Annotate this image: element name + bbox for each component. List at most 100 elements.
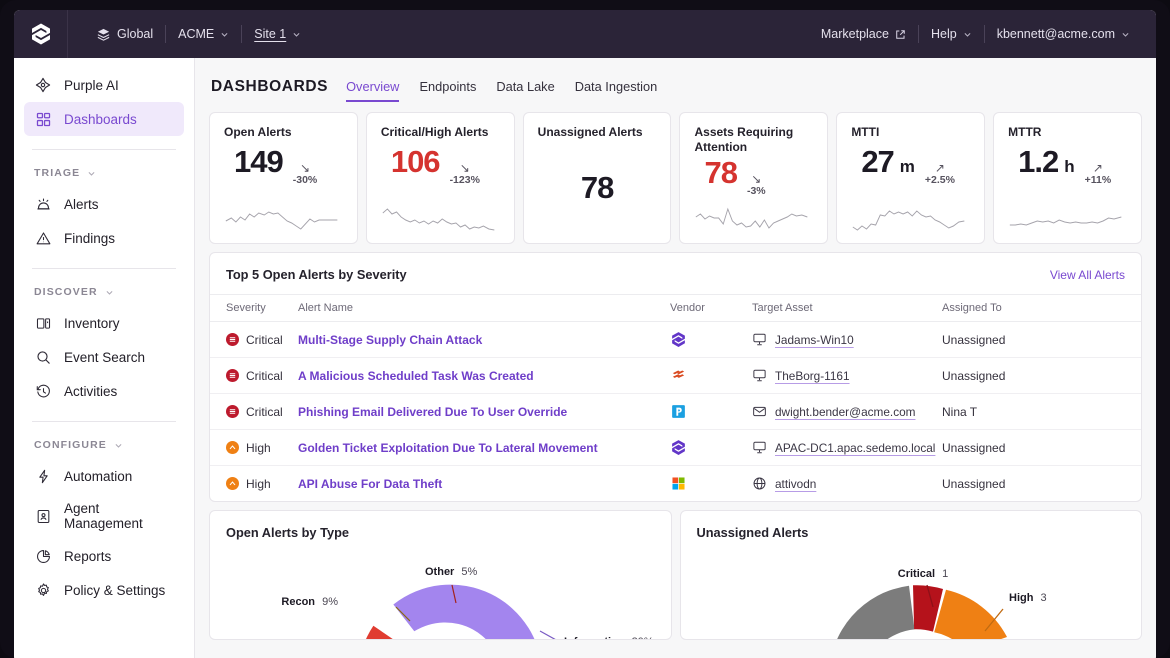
chart-title: Open Alerts by Type [226, 525, 655, 540]
kpi-card-critical-high-alerts[interactable]: Critical/High Alerts 106 ↘ -123% [366, 112, 515, 244]
sidebar-item-alerts[interactable]: Alerts [24, 187, 184, 221]
tab-data-ingestion[interactable]: Data Ingestion [575, 79, 658, 102]
kpi-card-open-alerts[interactable]: Open Alerts 149 ↘ -30% [209, 112, 358, 244]
assigned-to-label: Unassigned [942, 441, 1005, 455]
donut-chart-open-alerts-by-type[interactable]: Recon 9% Other 5% Information 30% [210, 545, 671, 640]
kpi-delta: ↗ +11% [1085, 162, 1112, 186]
sidebar-section-triage[interactable]: TRIAGE [14, 163, 194, 187]
assigned-to-label: Unassigned [942, 477, 1005, 491]
cell-alert-name: Golden Ticket Exploitation Due To Latera… [298, 430, 670, 466]
chart-label-information: Information 30% [564, 636, 654, 640]
scope-stack-icon-item[interactable]: Global [84, 10, 165, 58]
sidebar-item-activities[interactable]: Activities [24, 374, 184, 408]
chart-label-high: High 3 [1009, 592, 1047, 604]
target-asset-link[interactable]: TheBorg-1161 [775, 369, 850, 383]
table-row[interactable]: Critical Multi-Stage Supply Chain Attack [210, 322, 1141, 358]
chart-label-critical: Critical 1 [898, 568, 948, 580]
cell-assigned-to: Unassigned [942, 430, 1141, 466]
label-value: 5% [462, 566, 478, 578]
alert-name-link[interactable]: API Abuse For Data Theft [298, 477, 442, 491]
tab-data-lake[interactable]: Data Lake [496, 79, 554, 102]
kpi-title: Assets Requiring Attention [694, 125, 813, 155]
column-header-target-asset[interactable]: Target Asset [752, 295, 942, 322]
kpi-value: 106 [391, 146, 440, 177]
arrow-up-icon: ↗ [935, 162, 945, 174]
sidebar-item-policy-settings[interactable]: Policy & Settings [24, 573, 184, 607]
cell-severity: High [210, 466, 298, 502]
sidebar-section-configure[interactable]: CONFIGURE [14, 435, 194, 459]
sidebar-item-dashboards[interactable]: Dashboards [24, 102, 184, 136]
alert-name-link[interactable]: Golden Ticket Exploitation Due To Latera… [298, 441, 598, 455]
kpi-card-assets-requiring-attention[interactable]: Assets Requiring Attention 78 ↘ -3% [679, 112, 828, 244]
help-menu[interactable]: Help [919, 10, 984, 58]
arrow-up-icon: ↗ [1093, 162, 1103, 174]
assigned-to-label: Nina T [942, 405, 977, 419]
sidebar-section-discover[interactable]: DISCOVER [14, 282, 194, 306]
kpi-card-unassigned-alerts[interactable]: Unassigned Alerts 78 [523, 112, 672, 244]
sparkline [224, 201, 343, 235]
cell-target-asset: attivodn [752, 466, 942, 502]
column-header-assigned-to[interactable]: Assigned To [942, 295, 1141, 322]
table-row[interactable]: High Golden Ticket Exploitation Due To L… [210, 430, 1141, 466]
kpi-value: 149 [234, 146, 283, 177]
alert-name-link[interactable]: Multi-Stage Supply Chain Attack [298, 333, 482, 347]
sidebar-item-inventory[interactable]: Inventory [24, 306, 184, 340]
sidebar-item-label: Inventory [64, 316, 120, 331]
severity-high-icon [226, 477, 239, 490]
sidebar-navigation: Purple AI Dashboards TRIAGE [14, 58, 195, 658]
label-value: 3 [1040, 592, 1046, 604]
divider [32, 149, 176, 150]
cell-vendor [670, 466, 752, 502]
table-row[interactable]: Critical Phishing Email Delivered Due To… [210, 394, 1141, 430]
sidebar-item-label: Dashboards [64, 112, 137, 127]
table-row[interactable]: High API Abuse For Data Theft [210, 466, 1141, 502]
sidebar-item-label: Reports [64, 549, 111, 564]
cell-target-asset: TheBorg-1161 [752, 358, 942, 394]
target-asset-link[interactable]: APAC-DC1.apac.sedemo.local [775, 441, 935, 455]
target-asset-link[interactable]: dwight.bender@acme.com [775, 405, 916, 419]
microsoft-vendor-icon [670, 475, 687, 492]
column-header-alert-name[interactable]: Alert Name [298, 295, 670, 322]
tab-overview[interactable]: Overview [346, 79, 399, 102]
sidebar-item-purple-ai[interactable]: Purple AI [24, 68, 184, 102]
kpi-delta-value: +2.5% [925, 174, 955, 186]
window-frame: Global ACME Site 1 Marketplace [0, 0, 1170, 658]
kpi-delta-value: -30% [293, 174, 318, 186]
donut-chart-unassigned-alerts[interactable]: Critical 1 High 3 [681, 545, 1142, 640]
table-row[interactable]: Critical A Malicious Scheduled Task Was … [210, 358, 1141, 394]
kpi-delta: ↘ -3% [747, 173, 766, 197]
sidebar-item-findings[interactable]: Findings [24, 221, 184, 255]
sidebar-item-label: Policy & Settings [64, 583, 165, 598]
column-header-severity[interactable]: Severity [210, 295, 298, 322]
user-menu[interactable]: kbennett@acme.com [985, 10, 1142, 58]
kpi-title: Unassigned Alerts [538, 125, 657, 140]
kpi-delta: ↘ -123% [450, 162, 480, 186]
kpi-card-mttr[interactable]: MTTR 1.2 h ↗ +11% [993, 112, 1142, 244]
kpi-title: Critical/High Alerts [381, 125, 500, 140]
sidebar-item-agent-management[interactable]: Agent Management [24, 493, 184, 539]
site-selector[interactable]: Site 1 [242, 10, 313, 58]
chart-card-open-alerts-by-type: Open Alerts by Type [209, 510, 672, 640]
sidebar-item-reports[interactable]: Reports [24, 539, 184, 573]
label-value: 30% [632, 636, 654, 640]
account-selector[interactable]: ACME [166, 10, 241, 58]
severity-label: High [246, 441, 271, 455]
sidebar-item-event-search[interactable]: Event Search [24, 340, 184, 374]
kpi-card-mtti[interactable]: MTTI 27 m ↗ +2.5% [836, 112, 985, 244]
kpi-title: Open Alerts [224, 125, 343, 140]
sidebar-item-automation[interactable]: Automation [24, 459, 184, 493]
tab-endpoints[interactable]: Endpoints [419, 79, 476, 102]
inventory-icon [34, 314, 52, 332]
alerts-table: Severity Alert Name Vendor Target Asset … [210, 294, 1141, 501]
target-asset-link[interactable]: attivodn [775, 477, 816, 491]
marketplace-link[interactable]: Marketplace [809, 10, 918, 58]
top-navigation-bar: Global ACME Site 1 Marketplace [14, 10, 1156, 58]
alert-name-link[interactable]: A Malicious Scheduled Task Was Created [298, 369, 534, 383]
view-all-alerts-link[interactable]: View All Alerts [1050, 268, 1125, 282]
alert-name-link[interactable]: Phishing Email Delivered Due To User Ove… [298, 405, 567, 419]
target-asset-link[interactable]: Jadams-Win10 [775, 333, 854, 347]
charts-row: Open Alerts by Type [209, 510, 1142, 640]
column-header-vendor[interactable]: Vendor [670, 295, 752, 322]
app-logo[interactable] [14, 10, 68, 58]
pie-chart-icon [34, 547, 52, 565]
